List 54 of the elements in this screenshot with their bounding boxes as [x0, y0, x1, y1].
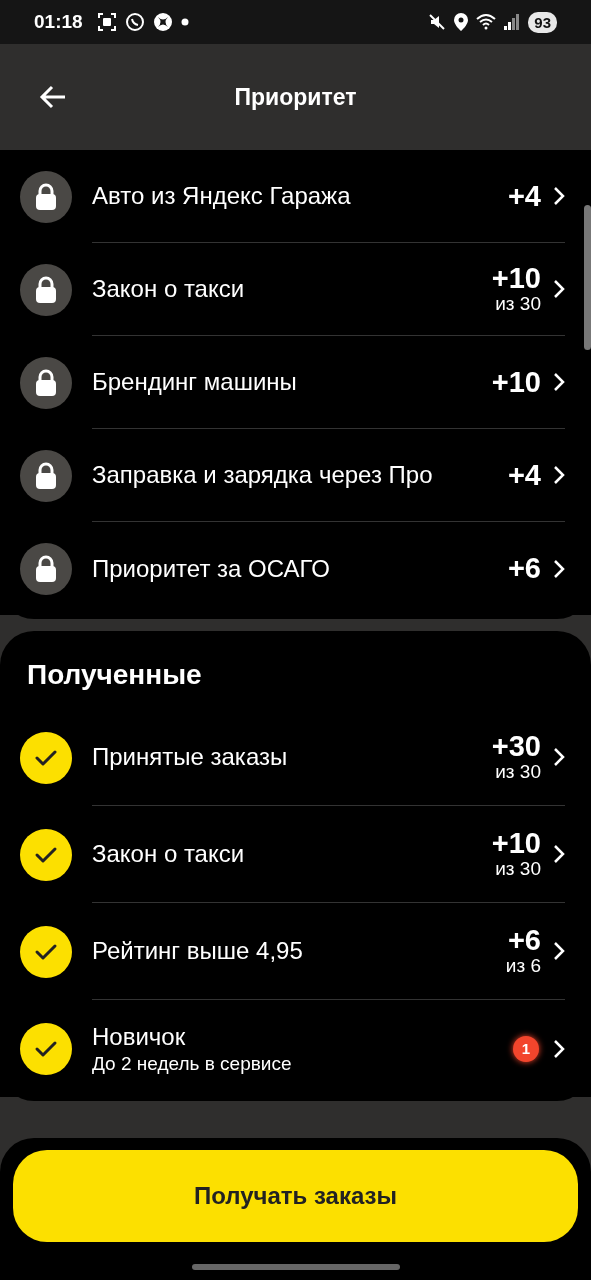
points-value: +10: [491, 367, 541, 397]
wifi-icon: [476, 13, 497, 31]
points-value: +30: [491, 731, 541, 761]
chevron-icon[interactable]: [553, 558, 565, 579]
points-value: +6: [507, 554, 541, 583]
points-limit: из 6: [505, 954, 541, 977]
page-title: Приоритет: [234, 83, 357, 110]
points-value: +10: [491, 263, 541, 293]
points-value: +10: [491, 828, 541, 858]
chevron-icon[interactable]: [553, 844, 565, 864]
item-title[interactable]: Рейтинг выше 4,95: [92, 937, 506, 965]
chevron-icon[interactable]: [553, 465, 565, 485]
points-limit: из 30: [495, 292, 541, 315]
chevron-icon[interactable]: [553, 372, 565, 392]
section-title: Полученные: [26, 658, 203, 692]
item-subtitle: До 2 недель в сервисе: [92, 1052, 293, 1075]
location-icon: [454, 13, 469, 31]
signal-icon: [504, 14, 521, 30]
check-icon: [20, 925, 72, 978]
get-orders-button[interactable]: Получать заказы: [13, 1150, 578, 1242]
points-value: +6: [507, 925, 541, 955]
chevron-icon[interactable]: [553, 186, 565, 206]
points-limit: из 30: [495, 857, 541, 880]
chevron-icon[interactable]: [553, 747, 565, 767]
points-limit: из 30: [495, 760, 541, 783]
item-title[interactable]: Авто из Яндекс Гаража: [92, 182, 508, 210]
item-title[interactable]: Брендинг машины: [92, 368, 492, 396]
status-time: 01:18: [34, 11, 83, 33]
lock-icon: [20, 449, 72, 502]
item-title[interactable]: Заправка и зарядка через Про: [92, 461, 508, 489]
points-value: +4: [507, 181, 541, 211]
notification-badge: 1: [513, 1035, 539, 1062]
lock-icon: [20, 263, 72, 316]
item-title[interactable]: Приоритет за ОСАГО: [92, 554, 508, 583]
chevron-icon[interactable]: [553, 279, 565, 299]
chat-icon: [124, 12, 145, 32]
item-title[interactable]: Закон о такси: [92, 275, 492, 303]
chevron-icon[interactable]: [553, 1038, 565, 1059]
lock-icon: [20, 356, 72, 409]
mute-icon: [428, 13, 447, 31]
item-title[interactable]: Новичок: [92, 1022, 513, 1051]
battery-level: 93: [528, 11, 557, 33]
gallery-icon: [96, 12, 117, 32]
check-icon: [20, 828, 72, 881]
points-value: +4: [507, 460, 541, 490]
lock-icon: [20, 170, 72, 223]
item-title[interactable]: Принятые заказы: [92, 743, 492, 771]
chevron-icon[interactable]: [553, 941, 565, 961]
check-icon: [20, 731, 72, 784]
app-icon: [152, 12, 173, 32]
dot-icon: [180, 18, 189, 26]
item-title[interactable]: Закон о такси: [92, 840, 492, 868]
lock-icon: [20, 542, 72, 595]
check-icon: [20, 1022, 72, 1075]
